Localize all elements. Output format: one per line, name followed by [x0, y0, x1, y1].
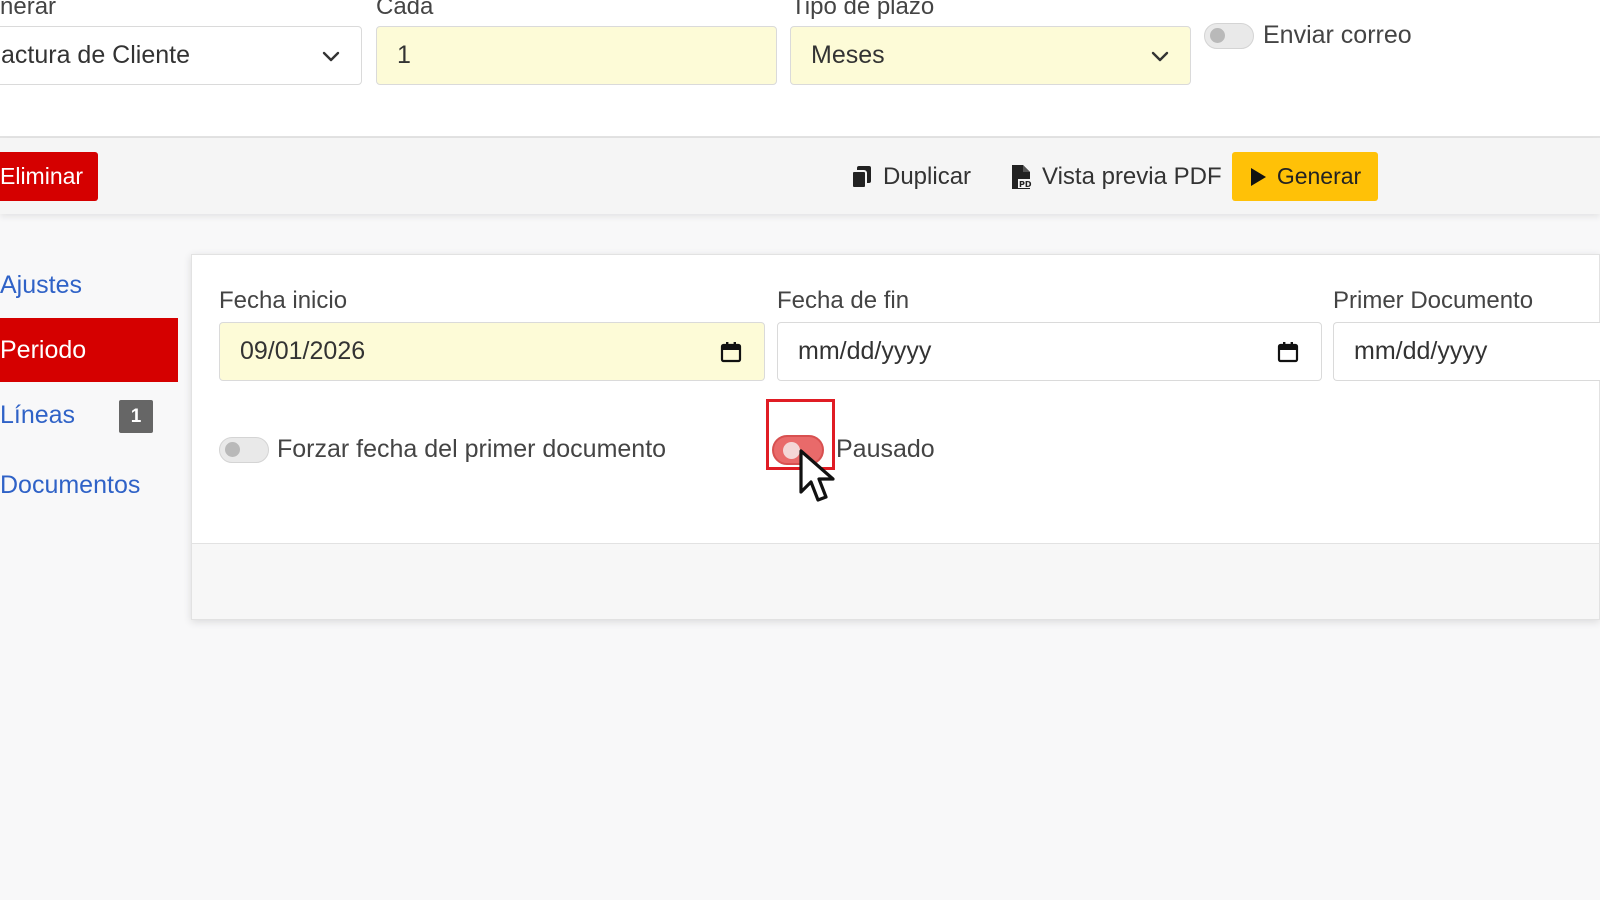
sidebar-item-label: Periodo — [0, 335, 87, 364]
duplicate-button[interactable]: Duplicar — [851, 152, 971, 201]
sidebar-item-documents[interactable]: Documentos — [0, 471, 140, 500]
start-date-label: Fecha inicio — [219, 287, 348, 314]
sidebar-item-lines[interactable]: Líneas — [0, 401, 75, 430]
generate-select-value: actura de Cliente — [1, 41, 191, 69]
first-document-label: Primer Documento — [1333, 287, 1534, 314]
calendar-icon[interactable] — [720, 341, 742, 363]
first-document-placeholder: mm/dd/yyyy — [1354, 337, 1488, 365]
play-icon — [1250, 167, 1266, 186]
file-pdf-icon: PDF — [1012, 164, 1032, 189]
pdf-preview-button[interactable]: PDF Vista previa PDF — [1010, 152, 1222, 201]
delete-button[interactable]: Eliminar — [0, 152, 98, 201]
paused-label: Pausado — [836, 435, 935, 463]
toggle-knob — [1210, 28, 1225, 43]
force-first-date-label: Forzar fecha del primer documento — [277, 435, 667, 463]
panel-footer — [192, 543, 1599, 619]
term-type-select-value: Meses — [811, 41, 885, 69]
sidebar-item-period[interactable]: Periodo — [0, 318, 178, 382]
every-input-value: 1 — [397, 41, 411, 69]
generate-label: nerar — [0, 0, 57, 20]
every-input[interactable]: 1 — [376, 26, 777, 85]
action-toolbar: Eliminar Duplicar PDF Vista previa PDF G… — [0, 138, 1600, 214]
calendar-icon[interactable] — [1277, 341, 1299, 363]
svg-text:PDF: PDF — [1019, 180, 1032, 189]
pdf-preview-button-label: Vista previa PDF — [1042, 162, 1222, 190]
toggle-knob — [225, 442, 240, 457]
sidebar-item-settings[interactable]: Ajustes — [0, 271, 82, 300]
force-first-date-toggle[interactable] — [219, 437, 269, 463]
generate-select[interactable]: actura de Cliente — [0, 26, 362, 85]
chevron-down-icon — [1151, 51, 1169, 62]
send-email-toggle[interactable] — [1204, 23, 1254, 49]
chevron-down-icon — [322, 51, 340, 62]
mouse-cursor-icon — [799, 449, 835, 502]
start-date-value: 09/01/2026 — [240, 337, 366, 365]
every-label: Cada — [376, 0, 434, 20]
generate-button[interactable]: Generar — [1232, 152, 1378, 201]
end-date-input[interactable]: mm/dd/yyyy — [777, 322, 1322, 381]
end-date-label: Fecha de fin — [777, 287, 910, 314]
duplicate-button-label: Duplicar — [883, 162, 972, 190]
delete-button-label: Eliminar — [0, 163, 84, 189]
end-date-placeholder: mm/dd/yyyy — [798, 337, 932, 365]
generate-button-label: Generar — [1276, 163, 1362, 189]
copy-icon — [851, 165, 871, 189]
recurring-config-form: nerar actura de Cliente Cada 1 Tipo de p… — [0, 0, 1600, 138]
term-type-label: Tipo de plazo — [791, 0, 935, 20]
start-date-input[interactable]: 09/01/2026 — [219, 322, 765, 381]
lines-count-badge: 1 — [119, 400, 153, 433]
send-email-label: Enviar correo — [1263, 21, 1412, 49]
first-document-input[interactable]: mm/dd/yyyy — [1333, 322, 1600, 381]
term-type-select[interactable]: Meses — [790, 26, 1191, 85]
